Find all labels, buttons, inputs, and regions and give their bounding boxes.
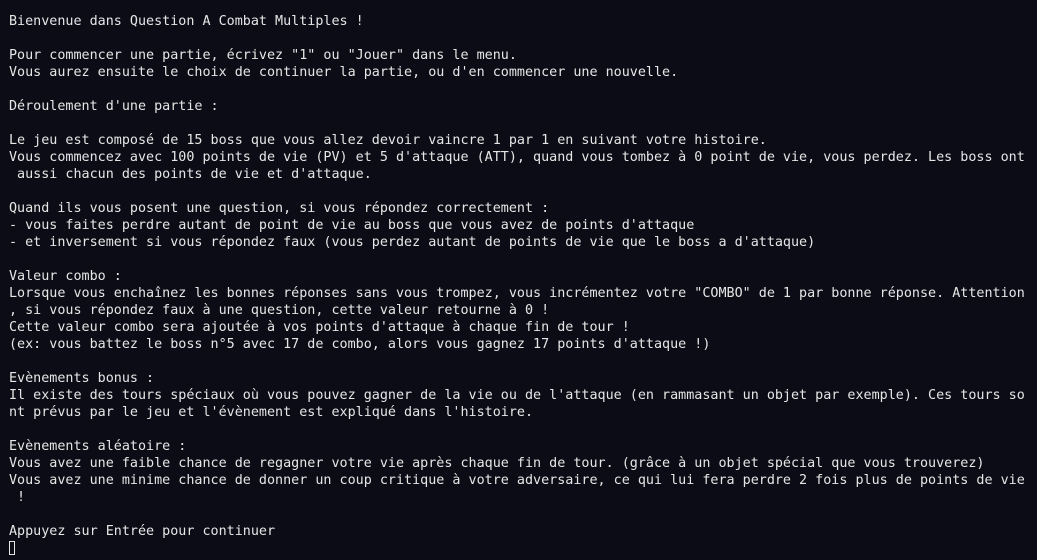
terminal-line: , si vous répondez faux à une question, … — [9, 303, 550, 318]
terminal-line: Le jeu est composé de 15 boss que vous a… — [9, 133, 767, 148]
terminal-line: Valeur combo : — [9, 269, 122, 284]
terminal-line: Vous avez une faible chance de regagner … — [9, 456, 985, 471]
terminal-window[interactable]: Bienvenue dans Question A Combat Multipl… — [0, 0, 1037, 560]
terminal-line: Bienvenue dans Question A Combat Multipl… — [9, 14, 364, 29]
terminal-line: ! — [9, 490, 26, 505]
terminal-line: Vous commencez avec 100 points de vie (P… — [9, 150, 1025, 165]
terminal-line: Lorsque vous enchaînez les bonnes répons… — [9, 286, 1025, 301]
terminal-line: Il existe des tours spéciaux où vous pou… — [9, 388, 1025, 403]
terminal-line: - vous faites perdre autant de point de … — [9, 218, 695, 233]
terminal-line: Cette valeur combo sera ajoutée à vos po… — [9, 320, 630, 335]
terminal-line: Evènements bonus : — [9, 371, 155, 386]
terminal-line: aussi chacun des points de vie et d'atta… — [9, 167, 372, 182]
terminal-line: - et inversement si vous répondez faux (… — [9, 235, 816, 250]
terminal-line: Pour commencer une partie, écrivez "1" o… — [9, 48, 517, 63]
text-cursor — [9, 541, 15, 555]
terminal-line: Déroulement d'une partie : — [9, 99, 219, 114]
terminal-line: Evènements aléatoire : — [9, 439, 187, 454]
terminal-line: Quand ils vous posent une question, si v… — [9, 201, 550, 216]
terminal-line: nt prévus par le jeu et l'évènement est … — [9, 405, 534, 420]
terminal-line: Vous aurez ensuite le choix de continuer… — [9, 65, 679, 80]
continue-prompt: Appuyez sur Entrée pour continuer — [9, 524, 276, 539]
input-line[interactable] — [9, 540, 1037, 557]
terminal-line: Vous avez une minime chance de donner un… — [9, 473, 1025, 488]
terminal-line: (ex: vous battez le boss n°5 avec 17 de … — [9, 337, 711, 352]
